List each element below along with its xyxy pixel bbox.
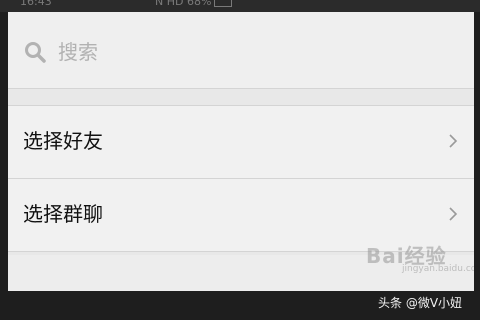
status-time: 16:43 [20,0,52,8]
section-gap [8,89,474,105]
menu-item-label: 选择群聊 [23,202,103,226]
menu-item-label: 选择好友 [23,129,103,153]
battery-percent: 68% [186,0,212,8]
status-bar: 16:43 N HD 68% [0,0,480,12]
network-indicator: N HD [155,0,187,8]
chevron-right-icon [449,134,458,148]
status-indicators: N HD 68% [155,0,233,8]
search-icon [25,42,46,63]
battery-icon [214,0,233,7]
watermark-subtitle: jingyan.baidu.com [402,264,474,274]
search-input[interactable]: 搜索 [58,40,98,64]
baidu-jingyan-watermark: Bai经验 jingyan.baidu.com [362,238,474,282]
menu-item-select-friend[interactable]: 选择好友 [8,106,474,178]
chevron-right-icon [449,207,458,221]
search-bar[interactable]: 搜索 [8,12,474,88]
source-credit: 头条 @微V小妞 [378,296,463,310]
